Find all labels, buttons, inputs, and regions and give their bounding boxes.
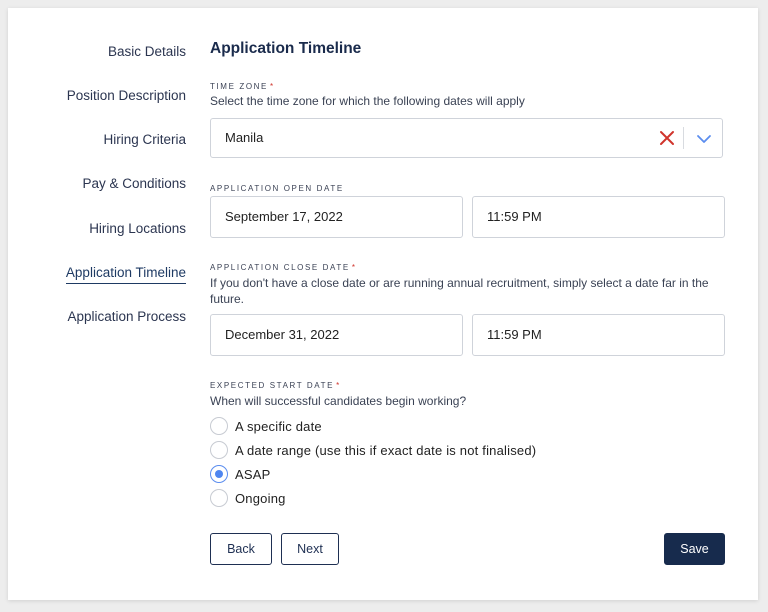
nav-item-pay-conditions[interactable]: Pay & Conditions bbox=[82, 176, 186, 191]
nav-item-hiring-locations[interactable]: Hiring Locations bbox=[89, 221, 186, 236]
close-time-input[interactable]: 11:59 PM bbox=[472, 314, 725, 356]
start-date-help: When will successful candidates begin wo… bbox=[210, 394, 467, 408]
open-date-input[interactable]: September 17, 2022 bbox=[210, 196, 463, 238]
nav-item-position-description[interactable]: Position Description bbox=[67, 88, 186, 103]
open-date-label: APPLICATION OPEN DATE bbox=[210, 184, 344, 193]
time-zone-value: Manila bbox=[225, 130, 264, 145]
page-title: Application Timeline bbox=[210, 40, 362, 57]
radio-option-asap[interactable]: ASAP bbox=[210, 464, 270, 484]
nav-item-application-timeline[interactable]: Application Timeline bbox=[65, 265, 186, 284]
close-date-label: APPLICATION CLOSE DATE * bbox=[210, 263, 357, 272]
radio-label: Ongoing bbox=[235, 490, 286, 506]
radio-button-checked[interactable] bbox=[210, 465, 228, 483]
time-zone-select[interactable]: Manila bbox=[210, 118, 723, 158]
radio-option-date-range[interactable]: A date range (use this if exact date is … bbox=[210, 440, 536, 460]
required-mark: * bbox=[336, 381, 341, 390]
start-date-label: EXPECTED START DATE * bbox=[210, 381, 341, 390]
required-mark: * bbox=[269, 82, 275, 91]
radio-option-ongoing[interactable]: Ongoing bbox=[210, 488, 286, 508]
time-zone-label: TIME ZONE * bbox=[210, 82, 275, 91]
close-date-input[interactable]: December 31, 2022 bbox=[210, 314, 463, 356]
close-date-value: December 31, 2022 bbox=[225, 327, 340, 342]
next-button[interactable]: Next bbox=[281, 533, 339, 565]
radio-button[interactable] bbox=[210, 489, 228, 507]
nav-item-basic-details[interactable]: Basic Details bbox=[108, 44, 186, 59]
back-button[interactable]: Back bbox=[210, 533, 272, 565]
radio-label: A date range (use this if exact date is … bbox=[235, 442, 537, 458]
radio-button[interactable] bbox=[210, 441, 228, 459]
form-card: Basic Details Position Description Hirin… bbox=[8, 8, 758, 600]
clear-icon[interactable] bbox=[658, 129, 676, 147]
nav-item-hiring-criteria[interactable]: Hiring Criteria bbox=[103, 132, 186, 147]
chevron-down-icon[interactable] bbox=[696, 131, 712, 147]
select-divider bbox=[683, 127, 684, 149]
radio-label: ASAP bbox=[235, 466, 271, 482]
open-time-value: 11:59 PM bbox=[487, 209, 542, 224]
radio-option-specific-date[interactable]: A specific date bbox=[210, 416, 322, 436]
radio-label: A specific date bbox=[235, 418, 322, 434]
close-time-value: 11:59 PM bbox=[487, 327, 542, 342]
save-button[interactable]: Save bbox=[664, 533, 725, 565]
open-date-value: September 17, 2022 bbox=[225, 209, 343, 224]
close-date-help: If you don't have a close date or are ru… bbox=[210, 276, 709, 306]
open-time-input[interactable]: 11:59 PM bbox=[472, 196, 725, 238]
nav-item-application-process[interactable]: Application Process bbox=[67, 309, 186, 324]
required-mark: * bbox=[351, 263, 357, 272]
time-zone-help: Select the time zone for which the follo… bbox=[210, 94, 525, 108]
radio-button[interactable] bbox=[210, 417, 228, 435]
